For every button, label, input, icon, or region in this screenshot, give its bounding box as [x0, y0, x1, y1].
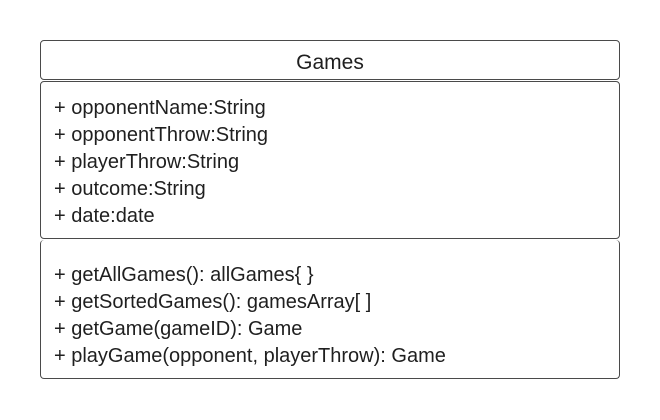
attribute-date: + date:date: [54, 205, 155, 227]
method-get-game: + getGame(gameID): Game: [54, 318, 303, 340]
attribute-opponent-name: + opponentName:String: [54, 97, 266, 119]
method-get-all-games: + getAllGames(): allGames{ }: [54, 264, 314, 286]
attribute-outcome: + outcome:String: [54, 178, 206, 200]
methods-compartment: + getAllGames(): allGames{ } + getSorted…: [40, 240, 620, 379]
method-play-game: + playGame(opponent, playerThrow): Game: [54, 345, 446, 367]
method-get-sorted-games: + getSortedGames(): gamesArray[ ]: [54, 291, 372, 313]
method-list: + getAllGames(): allGames{ } + getSorted…: [54, 262, 446, 370]
class-name: Games: [296, 51, 364, 74]
attributes-compartment: + opponentName:String + opponentThrow:St…: [40, 81, 620, 239]
uml-class-games: Games + opponentName:String + opponentTh…: [40, 40, 620, 380]
class-name-compartment: Games: [40, 40, 620, 80]
attribute-list: + opponentName:String + opponentThrow:St…: [54, 95, 268, 230]
attribute-opponent-throw: + opponentThrow:String: [54, 124, 269, 146]
attribute-player-throw: + playerThrow:String: [54, 151, 240, 173]
